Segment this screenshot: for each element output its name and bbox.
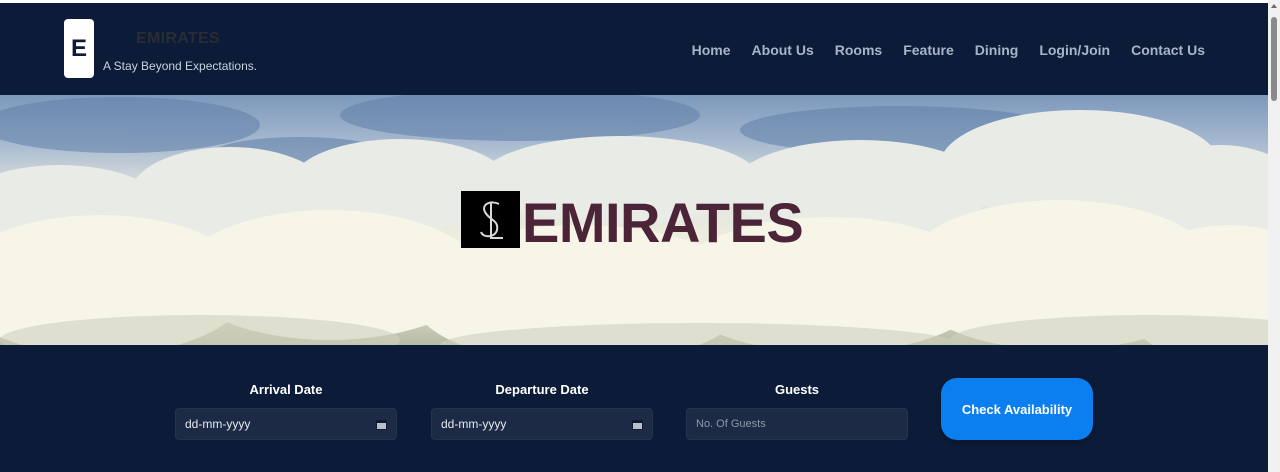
nav-dining[interactable]: Dining [975,42,1019,58]
departure-date-input[interactable]: dd-mm-yyyy [431,408,653,440]
logo-letter: E [70,34,87,62]
guests-placeholder: No. Of Guests [696,418,766,430]
logo[interactable]: E [64,19,94,78]
nav-feature[interactable]: Feature [903,42,954,58]
guests-label: Guests [774,382,820,397]
check-availability-button[interactable]: Check Availability [941,378,1093,440]
calendar-icon[interactable] [376,420,387,430]
main-nav: Home About Us Rooms Feature Dining Login… [692,42,1205,58]
nav-contact-us[interactable]: Contact Us [1131,42,1205,58]
page: E EMIRATES A Stay Beyond Expectations. H… [0,0,1268,472]
brand-name: EMIRATES [136,30,220,47]
arrival-date-input[interactable]: dd-mm-yyyy [175,408,397,440]
nav-login-join[interactable]: Login/Join [1039,42,1110,58]
nav-rooms[interactable]: Rooms [835,42,882,58]
arrival-date-value: dd-mm-yyyy [185,417,251,431]
hero-title: EMIRATES [522,191,804,254]
scroll-thumb[interactable] [1271,17,1277,101]
departure-date-value: dd-mm-yyyy [441,417,507,431]
guests-input[interactable]: No. Of Guests [686,408,908,440]
vertical-scrollbar[interactable] [1268,0,1280,472]
hero-banner: EMIRATES [0,95,1268,345]
site-header: E EMIRATES A Stay Beyond Expectations. H… [0,3,1268,95]
nav-home[interactable]: Home [692,42,731,58]
monogram-logo-icon [461,191,520,248]
arrival-date-label: Arrival Date [249,382,323,397]
nav-about-us[interactable]: About Us [752,42,814,58]
brand-tagline: A Stay Beyond Expectations. [103,59,258,73]
departure-date-label: Departure Date [495,382,589,397]
scroll-up-icon[interactable] [1271,4,1277,8]
calendar-icon[interactable] [632,420,643,430]
booking-bar: Arrival Date dd-mm-yyyy Departure Date d… [0,345,1268,472]
